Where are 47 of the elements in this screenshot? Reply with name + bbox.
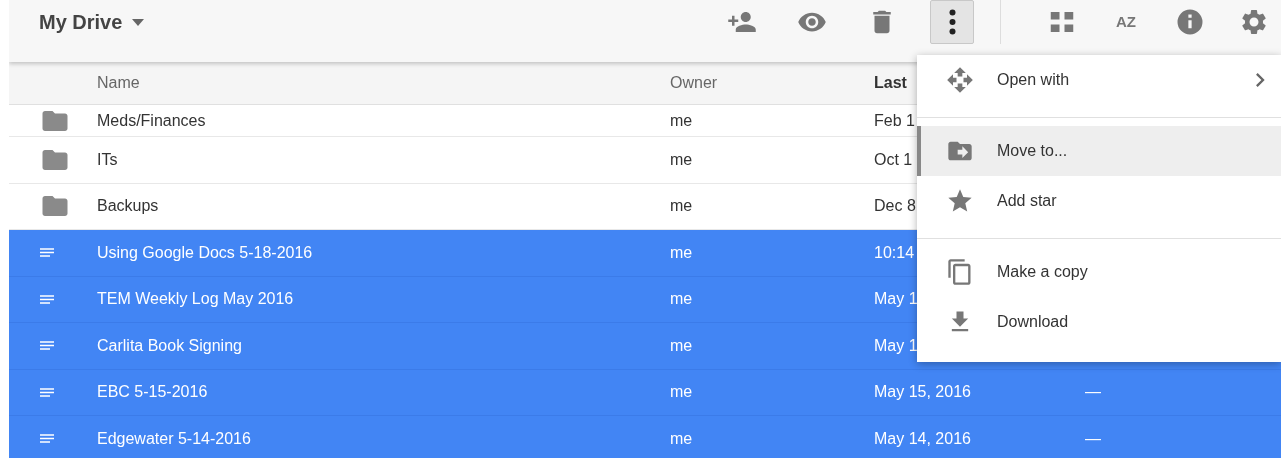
document-icon	[40, 294, 54, 304]
column-header[interactable]: Owner	[670, 74, 718, 91]
more-icon	[948, 9, 956, 35]
file-name: Using Google Docs 5-18-2016	[97, 243, 313, 261]
column-header[interactable]: Last	[874, 74, 907, 91]
owner-cell: me	[670, 429, 693, 447]
file-row[interactable]: Edgewater 5-14-2016 me May 14, 2016 —	[9, 416, 1281, 458]
copy-icon	[946, 258, 974, 286]
file-name: ITs	[97, 150, 118, 168]
owner-cell: me	[670, 111, 693, 129]
document-icon	[40, 434, 54, 444]
info-icon	[1175, 7, 1205, 37]
owner-cell: me	[670, 243, 693, 261]
owner-cell: me	[670, 290, 693, 308]
sort-button[interactable]: AZ	[1104, 0, 1148, 44]
file-name: Meds/Finances	[97, 111, 206, 129]
owner-cell: me	[670, 336, 693, 354]
file-name: Carlita Book Signing	[97, 336, 242, 354]
modified-date: 10:14	[874, 243, 915, 261]
document-icon	[40, 341, 54, 351]
file-size: —	[1085, 383, 1101, 401]
settings-icon	[1239, 7, 1269, 37]
owner-cell: me	[670, 150, 693, 168]
four-arrows-icon	[946, 66, 974, 94]
column-header[interactable]: Name	[97, 74, 140, 91]
modified-date: May 15, 2016	[874, 383, 971, 401]
more-button[interactable]	[930, 0, 974, 44]
caret-icon	[132, 18, 145, 26]
modified-date: May 1	[874, 290, 918, 308]
menu-item[interactable]: Open with	[917, 55, 1281, 105]
file-name: Edgewater 5-14-2016	[97, 429, 251, 447]
modified-date: Oct 1	[874, 150, 913, 168]
file-size: —	[1085, 429, 1101, 447]
file-name: EBC 5-15-2016	[97, 383, 208, 401]
modified-date: Dec 8	[874, 197, 916, 215]
modified-date: May 1	[874, 336, 918, 354]
file-name: Backups	[97, 197, 159, 215]
menu-item[interactable]: Move to...	[917, 126, 1281, 176]
owner-cell: me	[670, 383, 693, 401]
modified-date: Feb 1	[874, 111, 915, 129]
owner-cell: me	[670, 197, 693, 215]
file-name: TEM Weekly Log May 2016	[97, 290, 294, 308]
document-icon	[40, 387, 54, 397]
file-row[interactable]: EBC 5-15-2016 me May 15, 2016 —	[9, 369, 1281, 416]
document-icon	[40, 248, 54, 258]
location-dropdown[interactable]: My Drive	[39, 7, 145, 37]
modified-date: May 14, 2016	[874, 429, 971, 447]
